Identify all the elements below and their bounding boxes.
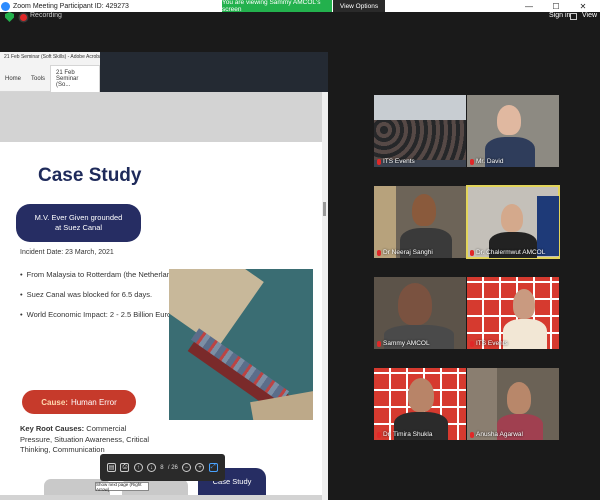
mic-muted-icon	[377, 340, 381, 347]
acrobat-document-title: 21 Feb Seminar (Soft Skills) - Adobe Acr…	[0, 52, 100, 66]
mic-muted-icon	[470, 340, 474, 347]
participant-name: Dr. Timira Shukla	[377, 431, 433, 438]
pdf-canvas-bottom	[0, 495, 322, 500]
participant-name: Sammy AMCOL	[377, 340, 430, 347]
sign-in-button[interactable]: Sign in	[549, 12, 570, 19]
mic-muted-icon	[470, 158, 474, 165]
tab-document[interactable]: 21 Feb Seminar (So...	[50, 65, 100, 92]
viewing-screen-banner: You are viewing Sammy AMCOL's screen	[222, 0, 332, 13]
previous-page-icon[interactable]: ↑	[133, 463, 143, 472]
maximize-button[interactable]: ☐	[545, 0, 567, 12]
participant-name: ITS Events	[377, 158, 415, 165]
pdf-slide: Case Study M.V. Ever Given grounded at S…	[0, 142, 322, 495]
incident-pill-line2: at Suez Canal	[54, 223, 103, 232]
cause-label: Cause:	[41, 397, 68, 407]
meeting-toolbar	[0, 12, 600, 50]
pdf-page-toolbar: ▤ ⎙ ↑ ↓ 8 / 26 − + ⤢	[100, 454, 225, 481]
next-page-tooltip: Show next page (Right Arrow)	[95, 482, 149, 492]
zoom-logo-icon	[1, 1, 10, 11]
recording-icon	[20, 14, 27, 21]
tab-home[interactable]: Home	[0, 76, 26, 82]
zoom-out-icon[interactable]: −	[182, 463, 192, 472]
mic-muted-icon	[470, 249, 474, 256]
mic-muted-icon	[377, 249, 381, 256]
zoom-in-icon[interactable]: +	[195, 463, 205, 472]
participant-tile[interactable]: Anusha Agarwal	[467, 368, 559, 440]
mic-muted-icon	[377, 431, 381, 438]
minimize-button[interactable]: —	[518, 0, 540, 12]
print-icon[interactable]: ⎙	[120, 463, 130, 472]
acrobat-tabs: Home Tools 21 Feb Seminar (So...	[0, 65, 100, 92]
fit-page-icon[interactable]: ⤢	[208, 463, 218, 472]
participant-name: ITS Events	[470, 340, 508, 347]
incident-pill: M.V. Ever Given grounded at Suez Canal	[16, 204, 141, 242]
slide-title: Case Study	[38, 165, 142, 186]
participant-name: Mr. David	[470, 158, 503, 165]
page-thumbnail-icon[interactable]: ▤	[107, 463, 117, 472]
bullet-item: World Economic Impact: 2 - 2.5 Billion E…	[20, 310, 181, 319]
next-page-icon[interactable]: ↓	[146, 463, 156, 472]
participant-tile[interactable]: ITS Events	[467, 277, 559, 349]
participant-tile[interactable]: ITS Events	[374, 95, 466, 167]
tab-tools[interactable]: Tools	[26, 76, 50, 82]
participant-tile[interactable]: Dr. Timira Shukla	[374, 368, 466, 440]
participant-name: Dr. Chalermwut AMCOL	[470, 249, 545, 256]
view-options-button[interactable]: View Options	[333, 0, 385, 12]
incident-date: Incident Date: 23 March, 2021	[20, 249, 114, 256]
page-number[interactable]: 8	[160, 465, 163, 471]
ship-photo	[169, 269, 313, 420]
participant-name: Anusha Agarwal	[470, 431, 523, 438]
pdf-scroll-thumb[interactable]	[323, 202, 326, 216]
window-title: Zoom Meeting Participant ID: 429273	[13, 2, 129, 10]
bullet-list: From Malaysia to Rotterdam (the Netherla…	[20, 270, 182, 330]
root-causes-label: Key Root Causes:	[20, 424, 85, 433]
page-total: / 26	[167, 464, 178, 471]
pdf-scrollbar[interactable]	[322, 92, 328, 500]
participant-tile[interactable]: Mr. David	[467, 95, 559, 167]
root-causes: Key Root Causes: Commercial Pressure, Si…	[20, 424, 160, 456]
bullet-item: From Malaysia to Rotterdam (the Netherla…	[20, 270, 182, 279]
participant-tile[interactable]: Sammy AMCOL	[374, 277, 466, 349]
pdf-canvas-top	[0, 92, 322, 142]
mic-muted-icon	[377, 158, 381, 165]
participant-tile[interactable]: Dr Neeraj Sanghi	[374, 186, 466, 258]
recording-label: Recording	[30, 12, 62, 19]
bullet-item: Suez Canal was blocked for 6.5 days.	[20, 290, 181, 299]
shared-screen: 21 Feb Seminar (Soft Skills) - Adobe Acr…	[0, 52, 328, 500]
cause-value: Human Error	[70, 397, 117, 407]
cause-pill: Cause: Human Error	[22, 390, 136, 414]
gallery-view-icon[interactable]	[570, 13, 577, 20]
view-button[interactable]: View	[582, 12, 597, 19]
acrobat-dark-area	[100, 52, 328, 92]
participant-tile-active-speaker[interactable]: Dr. Chalermwut AMCOL	[466, 185, 560, 259]
close-button[interactable]: ✕	[572, 0, 594, 12]
incident-pill-line1: M.V. Ever Given grounded	[34, 213, 123, 223]
participant-name: Dr Neeraj Sanghi	[377, 249, 433, 256]
mic-muted-icon	[470, 431, 474, 438]
